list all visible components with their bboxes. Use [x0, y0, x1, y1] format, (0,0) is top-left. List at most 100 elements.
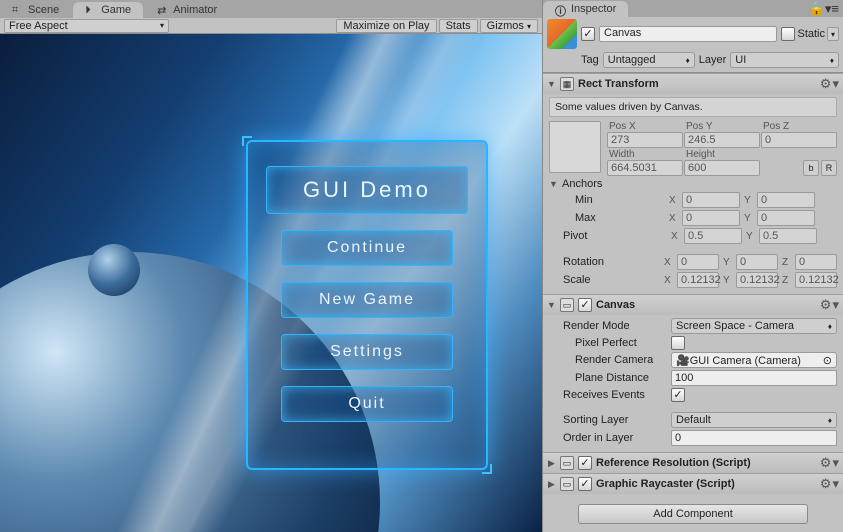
- enable-checkbox[interactable]: ✓: [578, 477, 592, 491]
- static-dropdown[interactable]: ▾: [827, 27, 839, 41]
- plane-distance-input[interactable]: 100: [671, 370, 837, 386]
- component-header[interactable]: ▶ ▭ ✓ Graphic Raycaster (Script) ⚙ ▾: [543, 474, 843, 494]
- pivot-x-input[interactable]: 0.5: [684, 228, 742, 244]
- expand-icon[interactable]: ▼: [547, 300, 556, 310]
- gui-menu-panel: GUI Demo Continue New Game Settings Quit: [246, 140, 488, 470]
- scale-x-input[interactable]: 0.12132: [677, 272, 719, 288]
- aspect-dropdown[interactable]: Free Aspect ▾: [4, 19, 169, 33]
- pixel-perfect-label: Pixel Perfect: [575, 337, 667, 349]
- render-camera-field[interactable]: 🎥GUI Camera (Camera)⊙: [671, 352, 837, 368]
- chevron-down-icon: ▾: [527, 22, 531, 31]
- static-checkbox[interactable]: [781, 27, 795, 41]
- tab-inspector[interactable]: ⓘ Inspector: [543, 1, 628, 17]
- posz-label: Pos Z: [761, 121, 837, 132]
- sorting-layer-label: Sorting Layer: [563, 414, 667, 426]
- settings-button[interactable]: Settings: [281, 334, 453, 370]
- gear-icon[interactable]: ⚙ ▾: [820, 76, 839, 92]
- order-in-layer-label: Order in Layer: [563, 432, 667, 444]
- component-title: Rect Transform: [578, 78, 816, 90]
- add-component-button[interactable]: Add Component: [578, 504, 808, 524]
- gizmos-label: Gizmos: [487, 20, 524, 32]
- canvas-component: ▼ ▭ ✓ Canvas ⚙ ▾ Render Mode Screen Spac…: [543, 294, 843, 452]
- posy-input[interactable]: 246.5: [684, 132, 760, 148]
- sorting-layer-dropdown[interactable]: Default♦: [671, 412, 837, 428]
- anchor-min-y-input[interactable]: 0: [757, 192, 815, 208]
- width-input[interactable]: 664.5031: [607, 160, 683, 176]
- order-in-layer-input[interactable]: 0: [671, 430, 837, 446]
- object-picker-icon[interactable]: ⊙: [823, 354, 832, 367]
- expand-icon[interactable]: ▼: [549, 179, 558, 189]
- anchor-max-y-input[interactable]: 0: [757, 210, 815, 226]
- script-icon: ▭: [560, 456, 574, 470]
- camera-icon: 🎥: [676, 355, 690, 367]
- scale-z-input[interactable]: 0.12132: [795, 272, 837, 288]
- game-viewport: GUI Demo Continue New Game Settings Quit: [0, 34, 542, 532]
- expand-icon[interactable]: ▶: [547, 479, 556, 490]
- x-label: X: [669, 195, 679, 206]
- posz-input[interactable]: 0: [761, 132, 837, 148]
- tab-game[interactable]: ⏵ Game: [73, 2, 143, 18]
- component-header[interactable]: ▼ ▦ Rect Transform ⚙ ▾: [543, 74, 843, 94]
- gameobject-icon[interactable]: [547, 19, 577, 49]
- object-name-input[interactable]: Canvas: [599, 26, 777, 42]
- inspector-header: ✓ Canvas Static ▾ Tag Untagged♦ Layer UI…: [543, 17, 843, 73]
- chevron-updown-icon: ♦: [686, 56, 690, 65]
- tab-scene[interactable]: ⌗ Scene: [0, 2, 71, 18]
- active-checkbox[interactable]: ✓: [581, 27, 595, 41]
- receives-events-checkbox[interactable]: ✓: [671, 388, 685, 402]
- graphic-raycaster-component: ▶ ▭ ✓ Graphic Raycaster (Script) ⚙ ▾: [543, 473, 843, 494]
- chevron-updown-icon: ♦: [828, 416, 832, 425]
- planet-small: [88, 244, 140, 296]
- enable-checkbox[interactable]: ✓: [578, 456, 592, 470]
- width-label: Width: [607, 149, 683, 160]
- quit-button[interactable]: Quit: [281, 386, 453, 422]
- maximize-on-play-button[interactable]: Maximize on Play: [336, 19, 436, 33]
- pivot-y-input[interactable]: 0.5: [759, 228, 817, 244]
- scale-y-input[interactable]: 0.12132: [736, 272, 778, 288]
- render-mode-dropdown[interactable]: Screen Space - Camera♦: [671, 318, 837, 334]
- tab-animator[interactable]: ⇄ Animator: [145, 2, 229, 18]
- gear-icon[interactable]: ⚙ ▾: [820, 476, 839, 492]
- panel-menu[interactable]: 🔒▾≡: [809, 1, 839, 17]
- stats-button[interactable]: Stats: [439, 19, 478, 33]
- raw-edit-button[interactable]: R: [821, 160, 837, 176]
- new-game-button[interactable]: New Game: [281, 282, 453, 318]
- rotation-z-input[interactable]: 0: [795, 254, 837, 270]
- tag-dropdown[interactable]: Untagged♦: [603, 52, 695, 68]
- height-input[interactable]: 600: [684, 160, 760, 176]
- inspector-tabs: ⓘ Inspector 🔒▾≡: [543, 0, 843, 17]
- blueprint-button[interactable]: b: [803, 160, 819, 176]
- rotation-y-input[interactable]: 0: [736, 254, 778, 270]
- animator-icon: ⇄: [157, 4, 169, 16]
- layer-value: UI: [735, 54, 746, 66]
- posx-label: Pos X: [607, 121, 683, 132]
- anchors-label: Anchors: [562, 178, 602, 190]
- expand-icon[interactable]: ▶: [547, 458, 556, 469]
- continue-button[interactable]: Continue: [281, 230, 453, 266]
- static-toggle[interactable]: Static ▾: [781, 27, 839, 41]
- lock-icon[interactable]: 🔒: [809, 1, 825, 16]
- component-header[interactable]: ▶ ▭ ✓ Reference Resolution (Script) ⚙ ▾: [543, 453, 843, 473]
- posx-input[interactable]: 273: [607, 132, 683, 148]
- gear-icon[interactable]: ⚙ ▾: [820, 455, 839, 471]
- game-icon: ⏵: [85, 4, 97, 16]
- component-header[interactable]: ▼ ▭ ✓ Canvas ⚙ ▾: [543, 295, 843, 315]
- z-label: Z: [782, 257, 792, 268]
- expand-icon[interactable]: ▼: [547, 79, 556, 89]
- anchor-preset-button[interactable]: [549, 121, 601, 173]
- gizmos-button[interactable]: Gizmos ▾: [480, 19, 538, 33]
- layer-dropdown[interactable]: UI♦: [730, 52, 839, 68]
- enable-checkbox[interactable]: ✓: [578, 298, 592, 312]
- gear-icon[interactable]: ⚙ ▾: [820, 297, 839, 313]
- anchor-min-x-input[interactable]: 0: [682, 192, 740, 208]
- panel-menu-icon[interactable]: ▾≡: [825, 1, 839, 16]
- static-label: Static: [797, 28, 825, 40]
- tab-label: Scene: [28, 4, 59, 16]
- pixel-perfect-checkbox[interactable]: [671, 336, 685, 350]
- rotation-x-input[interactable]: 0: [677, 254, 719, 270]
- gui-title: GUI Demo: [266, 166, 468, 214]
- posy-label: Pos Y: [684, 121, 760, 132]
- anchor-max-x-input[interactable]: 0: [682, 210, 740, 226]
- component-title: Canvas: [596, 299, 816, 311]
- tag-label: Tag: [581, 54, 599, 66]
